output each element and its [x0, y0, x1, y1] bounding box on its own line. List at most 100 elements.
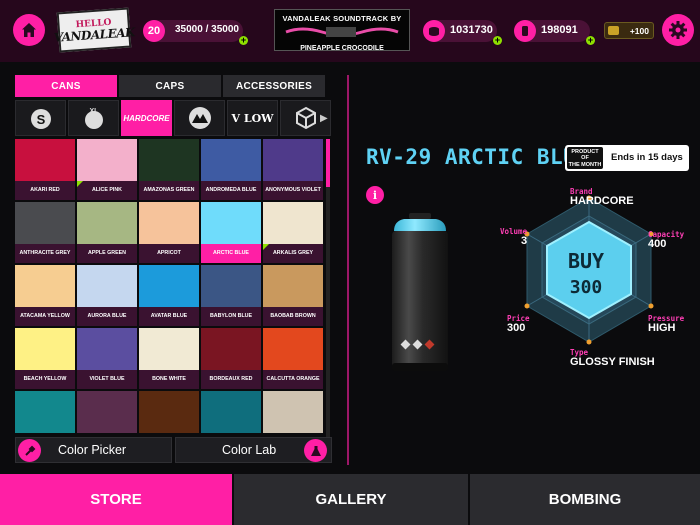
swatch-name: VIOLET BLUE [77, 370, 137, 389]
gear-icon [669, 21, 687, 39]
color-swatch[interactable]: ANTHRACITE GREY [15, 202, 75, 263]
stat-price-value: 300 [507, 321, 526, 334]
color-swatch[interactable] [139, 391, 199, 439]
brand-xl-icon: XL [84, 108, 103, 129]
tab-caps[interactable]: CAPS [119, 75, 221, 97]
gems-pill[interactable]: 198091 + [514, 20, 595, 45]
color-swatch[interactable]: ANONYMOUS VIOLET [263, 139, 323, 200]
swatch-color-chip [263, 139, 323, 181]
brand-xl-glyph: XL [89, 108, 99, 115]
color-swatch[interactable] [15, 391, 75, 439]
swatch-name: ATACAMA YELLOW [15, 307, 75, 326]
product-of-month-banner: PRODUCT OF THE MONTH Ends in 15 days [565, 145, 689, 171]
buy-button[interactable]: BUY 300 [549, 226, 623, 310]
new-item-flag [263, 244, 269, 250]
info-button[interactable]: i [366, 186, 384, 204]
color-swatch[interactable]: ANDROMEDA BLUE [201, 139, 261, 200]
coins-pill[interactable]: 1031730 + [423, 20, 502, 45]
home-button[interactable] [13, 14, 45, 46]
xp-plus-icon[interactable]: + [239, 36, 248, 45]
swatch-color-chip [77, 139, 137, 181]
tab-cans[interactable]: CANS [15, 75, 117, 97]
color-swatch[interactable]: AVATAR BLUE [139, 265, 199, 326]
color-swatch[interactable]: ARKALIS GREY [263, 202, 323, 263]
color-swatch[interactable] [263, 391, 323, 439]
home-icon [22, 23, 36, 37]
level-xp-pill[interactable]: 20 35000 / 35000 + [143, 20, 248, 45]
swatch-name: ALICE PINK [77, 181, 137, 200]
color-swatch[interactable]: ATACAMA YELLOW [15, 265, 75, 326]
brand-scroll-right-icon[interactable]: ▶ [320, 113, 328, 124]
eyedropper-icon [18, 439, 41, 462]
color-swatch[interactable]: BORDEAUX RED [201, 328, 261, 389]
stat-price: Price 300 [507, 315, 530, 334]
color-swatch[interactable]: VIOLET BLUE [77, 328, 137, 389]
buy-price: 300 [569, 277, 603, 298]
brand-hardcore-button[interactable]: HARDCORE [121, 100, 172, 136]
scrollbar-thumb[interactable] [326, 139, 330, 187]
swatch-color-chip [201, 202, 261, 244]
color-swatch[interactable]: BEACH YELLOW [15, 328, 75, 389]
swatch-color-chip [139, 265, 199, 307]
swatch-name: BABYLON BLUE [201, 307, 261, 326]
nav-store[interactable]: STORE [0, 474, 232, 525]
settings-button[interactable] [662, 14, 694, 46]
color-lab-label: Color Lab [222, 443, 277, 457]
brand-mtn-button[interactable] [174, 100, 225, 136]
brand-filter-row: S XL HARDCORE V LOW [15, 100, 331, 136]
level-badge: 20 [143, 20, 165, 42]
color-swatch[interactable]: CALCUTTA ORANGE [263, 328, 323, 389]
swatch-name: BEACH YELLOW [15, 370, 75, 389]
swatch-name: AMAZONAS GREEN [139, 181, 199, 200]
swatch-color-chip [263, 391, 323, 433]
brand-s-button[interactable]: S [15, 100, 66, 136]
swatch-name: ARCTIC BLUE [201, 244, 261, 263]
swatch-color-chip [201, 391, 261, 433]
top-bar: HELLO VANDALEAK 20 35000 / 35000 + VANDA… [0, 0, 700, 62]
color-swatch[interactable]: BONE WHITE [139, 328, 199, 389]
color-swatch[interactable] [77, 391, 137, 439]
soundtrack-title: VANDALEAK SOUNDTRACK BY [282, 14, 402, 23]
color-swatch[interactable]: BAOBAB BROWN [263, 265, 323, 326]
gems-plus-icon[interactable]: + [586, 36, 595, 45]
stat-volume: Volume 3 [500, 228, 527, 247]
color-swatch[interactable]: AMAZONAS GREEN [139, 139, 199, 200]
brand-vlow-button[interactable]: V LOW [227, 100, 278, 136]
brand-s-glyph: S [36, 112, 45, 127]
swatch-color-chip [263, 265, 323, 307]
swatch-color-chip [77, 265, 137, 307]
game-logo: HELLO VANDALEAK [53, 7, 135, 53]
brand-s-icon: S [30, 109, 51, 129]
video-play-icon [608, 26, 619, 35]
swatch-scrollbar[interactable] [326, 139, 330, 439]
swatch-name: CALCUTTA ORANGE [263, 370, 323, 389]
color-swatch[interactable]: BABYLON BLUE [201, 265, 261, 326]
brand-xl-button[interactable]: XL [68, 100, 119, 136]
color-swatch[interactable]: AKARI RED [15, 139, 75, 200]
nav-bombing[interactable]: BOMBING [470, 474, 700, 525]
tab-accessories[interactable]: ACCESSORIES [223, 75, 325, 97]
swatch-color-chip [15, 265, 75, 307]
swatch-color-chip [201, 139, 261, 181]
color-swatch[interactable]: ALICE PINK [77, 139, 137, 200]
soundtrack-banner[interactable]: VANDALEAK SOUNDTRACK BY PINEAPPLE CROCOD… [274, 9, 410, 52]
color-picker-button[interactable]: Color Picker [15, 437, 172, 463]
color-swatch[interactable]: APRICOT [139, 202, 199, 263]
color-lab-button[interactable]: Color Lab [175, 437, 332, 463]
flask-icon [304, 439, 327, 462]
bottom-navigation: STORE GALLERY BOMBING [0, 474, 700, 525]
color-swatch-list[interactable]: AKARI RED ALICE PINK AMAZONAS GREEN ANDROME… [15, 139, 331, 439]
product-title: RV-29 ARCTIC BLUE [366, 145, 590, 169]
color-swatch[interactable] [201, 391, 261, 439]
coins-plus-icon[interactable]: + [493, 36, 502, 45]
color-swatch[interactable]: ARCTIC BLUE [201, 202, 261, 263]
color-swatch[interactable]: AURORA BLUE [77, 265, 137, 326]
color-picker-label: Color Picker [58, 443, 127, 457]
swatch-color-chip [263, 328, 323, 370]
potm-line1: PRODUCT OF [571, 149, 599, 162]
new-item-flag [77, 181, 83, 187]
swatch-name: AKARI RED [15, 181, 75, 200]
color-swatch[interactable]: APPLE GREEN [77, 202, 137, 263]
nav-gallery[interactable]: GALLERY [234, 474, 468, 525]
video-reward-button[interactable]: +100 [604, 22, 654, 39]
